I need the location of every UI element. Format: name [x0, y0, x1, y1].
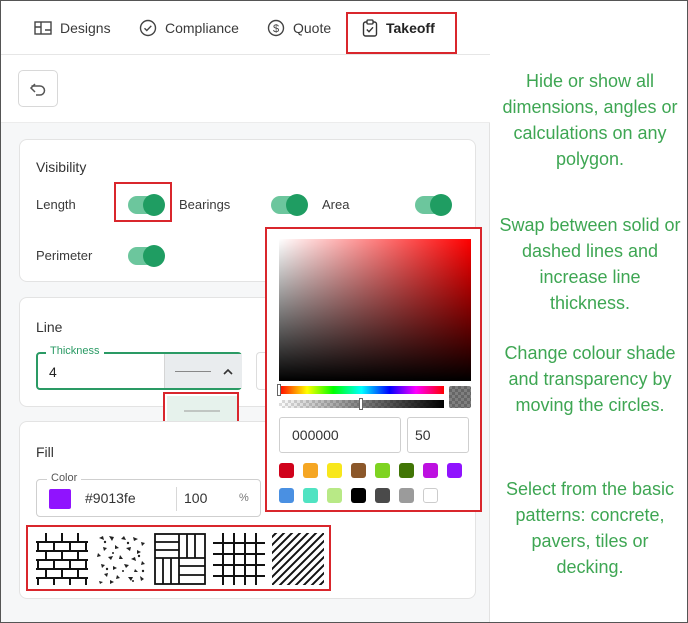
preset-color-swatch[interactable] — [351, 488, 366, 503]
tab-compliance[interactable]: Compliance — [139, 13, 239, 43]
decking-pattern-icon[interactable] — [272, 533, 324, 585]
alpha-input[interactable]: 50 — [407, 417, 469, 453]
saturation-value-area[interactable] — [279, 239, 471, 381]
chevron-up-icon — [223, 368, 233, 375]
takeoff-panel: Designs Compliance $ Quote Takeoff Visib… — [1, 1, 490, 622]
svg-text:$: $ — [273, 23, 279, 35]
fill-color-swatch[interactable] — [49, 489, 71, 509]
area-label: Area — [322, 197, 350, 212]
preset-color-swatch[interactable] — [327, 463, 342, 478]
solid-line-icon — [184, 410, 220, 412]
pattern-selector — [26, 525, 331, 591]
preset-color-swatch[interactable] — [375, 488, 390, 503]
designs-icon — [34, 21, 52, 35]
preset-color-swatch[interactable] — [279, 488, 294, 503]
preset-color-swatch[interactable] — [303, 488, 318, 503]
color-label: Color — [47, 472, 82, 484]
note-visibility: Hide or show all dimensions, angles or c… — [502, 71, 678, 169]
preset-color-swatch[interactable] — [399, 463, 414, 478]
preset-color-swatch[interactable] — [327, 488, 342, 503]
preset-color-swatch[interactable] — [423, 488, 438, 503]
hue-slider[interactable] — [279, 386, 444, 394]
tab-designs-label: Designs — [60, 20, 111, 36]
toolbar — [1, 55, 490, 123]
thickness-input[interactable]: Thickness 4 — [36, 345, 242, 390]
length-toggle-highlight — [114, 182, 172, 222]
preset-color-swatch[interactable] — [399, 488, 414, 503]
fill-opacity[interactable]: 100 — [184, 490, 207, 506]
fill-color-field: Color #9013fe 100 % — [36, 472, 261, 517]
alpha-slider-handle[interactable] — [359, 398, 363, 410]
preset-color-swatch[interactable] — [279, 463, 294, 478]
note-colour: Change colour shade and transparency by … — [504, 343, 676, 415]
preset-color-swatch[interactable] — [375, 463, 390, 478]
line-style-select[interactable] — [164, 354, 242, 388]
perimeter-label: Perimeter — [36, 248, 93, 263]
note-patterns: Select from the basic patterns: concrete… — [505, 479, 675, 577]
grid-tiles-pattern-icon[interactable] — [213, 533, 265, 585]
hue-slider-handle[interactable] — [277, 384, 281, 396]
preset-color-swatch[interactable] — [303, 463, 318, 478]
check-circle-icon — [139, 19, 157, 37]
thickness-label: Thickness — [46, 345, 104, 357]
color-preview-swatch — [449, 386, 471, 408]
tab-designs[interactable]: Designs — [34, 13, 111, 43]
tab-quote-label: Quote — [293, 20, 332, 36]
takeoff-tab-highlight — [346, 12, 457, 54]
opacity-unit: % — [239, 492, 249, 504]
visibility-title: Visibility — [36, 159, 87, 175]
preset-color-swatch[interactable] — [423, 463, 438, 478]
color-picker-popover: 000000 50 — [265, 227, 482, 512]
dollar-icon: $ — [267, 19, 285, 37]
perimeter-toggle[interactable] — [128, 245, 165, 267]
tab-compliance-label: Compliance — [165, 20, 239, 36]
preset-color-swatch[interactable] — [351, 463, 366, 478]
hex-input[interactable]: 000000 — [279, 417, 401, 453]
undo-icon — [29, 82, 46, 96]
pavers-pattern-icon[interactable] — [36, 533, 88, 585]
bearings-label: Bearings — [179, 197, 231, 212]
solid-line-preview — [175, 370, 211, 372]
bearings-toggle[interactable] — [271, 194, 308, 216]
tiles-pattern-icon[interactable] — [154, 533, 206, 585]
line-title: Line — [36, 319, 63, 335]
area-toggle[interactable] — [415, 194, 452, 216]
length-label: Length — [36, 197, 76, 212]
fill-title: Fill — [36, 444, 54, 460]
tab-quote[interactable]: $ Quote — [267, 13, 331, 43]
fill-color-hex[interactable]: #9013fe — [85, 490, 136, 506]
preset-color-swatch[interactable] — [447, 463, 462, 478]
note-line: Swap between solid or dashed lines and i… — [499, 215, 681, 313]
field-divider — [176, 487, 177, 511]
undo-button[interactable] — [18, 70, 58, 107]
concrete-pattern-icon[interactable] — [95, 533, 147, 585]
thickness-value: 4 — [49, 364, 57, 380]
